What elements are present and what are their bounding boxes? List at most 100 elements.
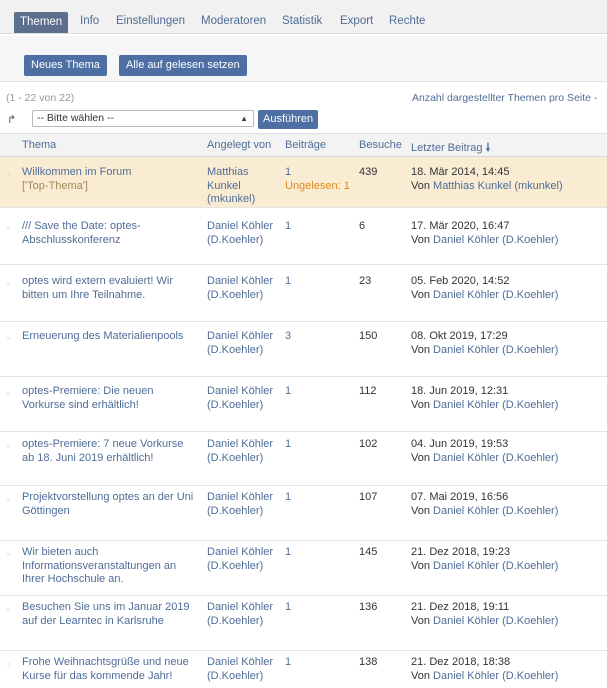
last-post-by: Von bbox=[411, 504, 430, 517]
tab-info[interactable]: Info bbox=[80, 11, 99, 32]
last-post-user-link[interactable]: Daniel Köhler (D.Koehler) bbox=[433, 615, 558, 627]
topic-link[interactable]: optes-Premiere: Die neuen Vorkurse sind … bbox=[22, 385, 194, 412]
author-link[interactable]: Daniel Köhler (D.Koehler) bbox=[207, 438, 279, 465]
visits-count: 6 bbox=[359, 220, 366, 232]
last-post-date: 18. Jun 2019, 12:31 bbox=[411, 385, 509, 397]
topic-link[interactable]: Frohe Weihnachtsgrüße und neue Kurse für… bbox=[22, 656, 194, 683]
posts-count: 1 bbox=[285, 438, 292, 450]
row-bullet-icon: ▫ bbox=[7, 659, 11, 669]
row-bullet-icon: ▫ bbox=[7, 604, 11, 614]
author-link[interactable]: Daniel Köhler (D.Koehler) bbox=[207, 656, 279, 683]
table-row: ▫ optes wird extern evaluiert! Wir bitte… bbox=[0, 265, 607, 322]
table-row: ▫ optes-Premiere: 7 neue Vorkurse ab 18.… bbox=[0, 432, 607, 486]
result-range: (1 - 22 von 22) bbox=[6, 92, 75, 104]
table-row: ▫ Projektvorstellung optes an der Uni Gö… bbox=[0, 486, 607, 541]
table-row: ▫ Wir bieten auch Informationsveranstalt… bbox=[0, 541, 607, 596]
last-post-date: 08. Okt 2019, 17:29 bbox=[411, 330, 508, 342]
last-post-date: 17. Mär 2020, 16:47 bbox=[411, 220, 510, 232]
last-post-cell: 18. Mär 2014, 14:45 Von Matthias Kunkel … bbox=[411, 166, 607, 193]
last-post-by: Von bbox=[411, 233, 430, 246]
last-post-date: 05. Feb 2020, 14:52 bbox=[411, 275, 510, 287]
topic-link[interactable]: optes-Premiere: 7 neue Vorkurse ab 18. J… bbox=[22, 438, 194, 465]
last-post-by: Von bbox=[411, 398, 430, 411]
column-topic[interactable]: Thema bbox=[22, 139, 56, 151]
visits-count: 112 bbox=[359, 385, 377, 397]
last-post-by: Von bbox=[411, 451, 430, 464]
topic-link[interactable]: Willkommen im Forum bbox=[22, 166, 131, 178]
column-visits[interactable]: Besuche bbox=[359, 139, 402, 151]
posts-cell: 1 Ungelesen: 1 bbox=[285, 166, 355, 193]
last-post-cell: 04. Jun 2019, 19:53 Von Daniel Köhler (D… bbox=[411, 438, 607, 465]
tab-einstellungen[interactable]: Einstellungen bbox=[116, 11, 185, 32]
column-last-post[interactable]: Letzter Beitrag 🠗 bbox=[411, 139, 490, 158]
topic-link[interactable]: /// Save the Date: optes-Abschlusskonfer… bbox=[22, 220, 194, 247]
posts-count: 1 bbox=[285, 220, 292, 232]
topic-link[interactable]: Wir bieten auch Informationsveranstaltun… bbox=[22, 546, 194, 587]
column-author[interactable]: Angelegt von bbox=[207, 139, 271, 151]
row-bullet-icon: ▫ bbox=[7, 441, 11, 451]
author-link[interactable]: Daniel Köhler (D.Koehler) bbox=[207, 546, 279, 573]
last-post-user-link[interactable]: Daniel Köhler (D.Koehler) bbox=[433, 560, 558, 572]
last-post-cell: 17. Mär 2020, 16:47 Von Daniel Köhler (D… bbox=[411, 220, 607, 247]
visits-count: 439 bbox=[359, 166, 378, 178]
posts-count: 1 bbox=[285, 491, 292, 503]
tab-rechte[interactable]: Rechte bbox=[389, 11, 425, 32]
visits-count: 136 bbox=[359, 601, 378, 613]
per-page-link[interactable]: Anzahl dargestellter Themen pro Seite - bbox=[412, 92, 597, 104]
mark-all-read-button[interactable]: Alle auf gelesen setzen bbox=[119, 55, 247, 76]
topic-link[interactable]: optes wird extern evaluiert! Wir bitten … bbox=[22, 275, 194, 302]
unread-count: Ungelesen: 1 bbox=[285, 179, 350, 192]
new-topic-button[interactable]: Neues Thema bbox=[24, 55, 107, 76]
top-topic-label: ['Top-Thema'] bbox=[22, 179, 88, 192]
posts-count: 1 bbox=[285, 601, 292, 613]
table-row: ▫ Erneuerung des Materialienpools Daniel… bbox=[0, 322, 607, 377]
column-last-post-label: Letzter Beitrag bbox=[411, 142, 483, 154]
topic-link[interactable]: Besuchen Sie uns im Januar 2019 auf der … bbox=[22, 601, 194, 628]
topic-cell: Willkommen im Forum ['Top-Thema'] bbox=[22, 166, 194, 193]
last-post-user-link[interactable]: Daniel Köhler (D.Koehler) bbox=[433, 452, 558, 464]
author-link[interactable]: Matthias Kunkel (mkunkel) bbox=[207, 166, 279, 207]
last-post-date: 21. Dez 2018, 19:23 bbox=[411, 546, 511, 558]
last-post-cell: 08. Okt 2019, 17:29 Von Daniel Köhler (D… bbox=[411, 330, 607, 357]
last-post-date: 04. Jun 2019, 19:53 bbox=[411, 438, 509, 450]
posts-count: 1 bbox=[285, 656, 292, 668]
tab-export[interactable]: Export bbox=[340, 11, 373, 32]
last-post-date: 18. Mär 2014, 14:45 bbox=[411, 166, 510, 178]
last-post-user-link[interactable]: Daniel Köhler (D.Koehler) bbox=[433, 344, 558, 356]
author-link[interactable]: Daniel Köhler (D.Koehler) bbox=[207, 330, 279, 357]
author-link[interactable]: Daniel Köhler (D.Koehler) bbox=[207, 385, 279, 412]
posts-count: 1 bbox=[285, 275, 292, 287]
tab-moderatoren[interactable]: Moderatoren bbox=[201, 11, 266, 32]
last-post-date: 07. Mai 2019, 16:56 bbox=[411, 491, 509, 503]
last-post-cell: 07. Mai 2019, 16:56 Von Daniel Köhler (D… bbox=[411, 491, 607, 518]
tab-themen[interactable]: Themen bbox=[14, 12, 69, 33]
last-post-user-link[interactable]: Daniel Köhler (D.Koehler) bbox=[433, 670, 558, 682]
author-link[interactable]: Daniel Köhler (D.Koehler) bbox=[207, 220, 279, 247]
last-post-by: Von bbox=[411, 559, 430, 572]
author-link[interactable]: Daniel Köhler (D.Koehler) bbox=[207, 275, 279, 302]
table-row: ▫ /// Save the Date: optes-Abschlusskonf… bbox=[0, 208, 607, 265]
posts-count: 1 bbox=[285, 385, 292, 397]
execute-button[interactable]: Ausführen bbox=[258, 110, 319, 129]
last-post-cell: 18. Jun 2019, 12:31 Von Daniel Köhler (D… bbox=[411, 385, 607, 412]
last-post-user-link[interactable]: Daniel Köhler (D.Koehler) bbox=[433, 505, 558, 517]
author-link[interactable]: Daniel Köhler (D.Koehler) bbox=[207, 491, 279, 518]
row-bullet-icon: ▫ bbox=[7, 333, 11, 343]
action-select[interactable]: -- Bitte wählen -- ▲ bbox=[32, 110, 254, 127]
last-post-user-link[interactable]: Daniel Köhler (D.Koehler) bbox=[433, 399, 558, 411]
last-post-by: Von bbox=[411, 669, 430, 682]
last-post-user-link[interactable]: Daniel Köhler (D.Koehler) bbox=[433, 289, 558, 301]
column-posts[interactable]: Beiträge bbox=[285, 139, 326, 151]
visits-count: 102 bbox=[359, 438, 378, 450]
topic-link[interactable]: Projektvorstellung optes an der Uni Gött… bbox=[22, 491, 194, 518]
tab-statistik[interactable]: Statistik bbox=[282, 11, 322, 32]
action-select-value: -- Bitte wählen -- bbox=[37, 112, 115, 124]
author-link[interactable]: Daniel Köhler (D.Koehler) bbox=[207, 601, 279, 628]
topic-link[interactable]: Erneuerung des Materialienpools bbox=[22, 330, 194, 344]
row-bullet-icon: ▫ bbox=[7, 223, 11, 233]
table-row: ▫ Besuchen Sie uns im Januar 2019 auf de… bbox=[0, 596, 607, 651]
last-post-user-link[interactable]: Matthias Kunkel (mkunkel) bbox=[433, 180, 563, 192]
table-row: ▫ Willkommen im Forum ['Top-Thema'] Matt… bbox=[0, 157, 607, 208]
last-post-user-link[interactable]: Daniel Köhler (D.Koehler) bbox=[433, 234, 558, 246]
visits-count: 138 bbox=[359, 656, 378, 668]
